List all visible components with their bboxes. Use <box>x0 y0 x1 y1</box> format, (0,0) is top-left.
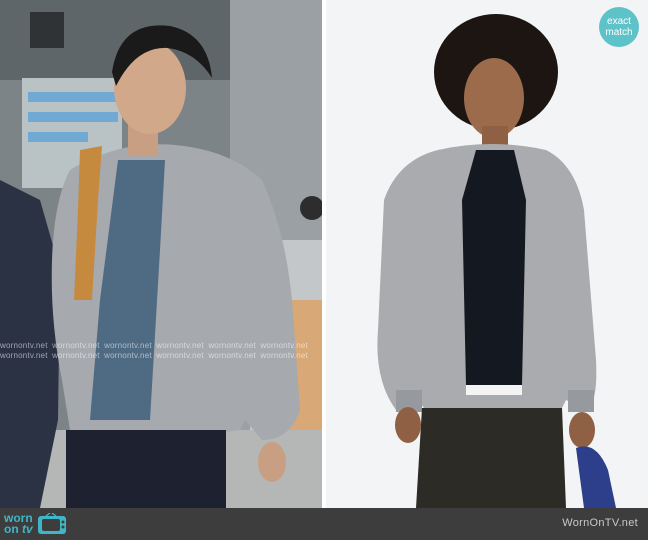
tv-still-illustration <box>0 0 322 508</box>
logo-text: worn on tv <box>4 512 33 536</box>
tv-icon <box>37 513 66 534</box>
product-illustration <box>326 0 648 508</box>
tv-still-photo: wornontv.net wornontv.net wornontv.net w… <box>0 0 322 508</box>
product-photo <box>326 0 648 508</box>
site-url[interactable]: WornOnTV.net <box>562 517 638 529</box>
logo-line-tv: tv <box>22 522 33 536</box>
badge-line-1: exact <box>607 16 631 27</box>
badge-line-2: match <box>605 27 633 38</box>
wornontv-logo[interactable]: worn on tv <box>4 511 70 537</box>
watermark-row: wornontv.net wornontv.net wornontv.net w… <box>0 351 309 359</box>
footer-bar: worn on tv WornOnTV.net <box>0 508 648 540</box>
exact-match-badge: exact match <box>599 7 639 47</box>
logo-line-on: on <box>4 522 19 536</box>
